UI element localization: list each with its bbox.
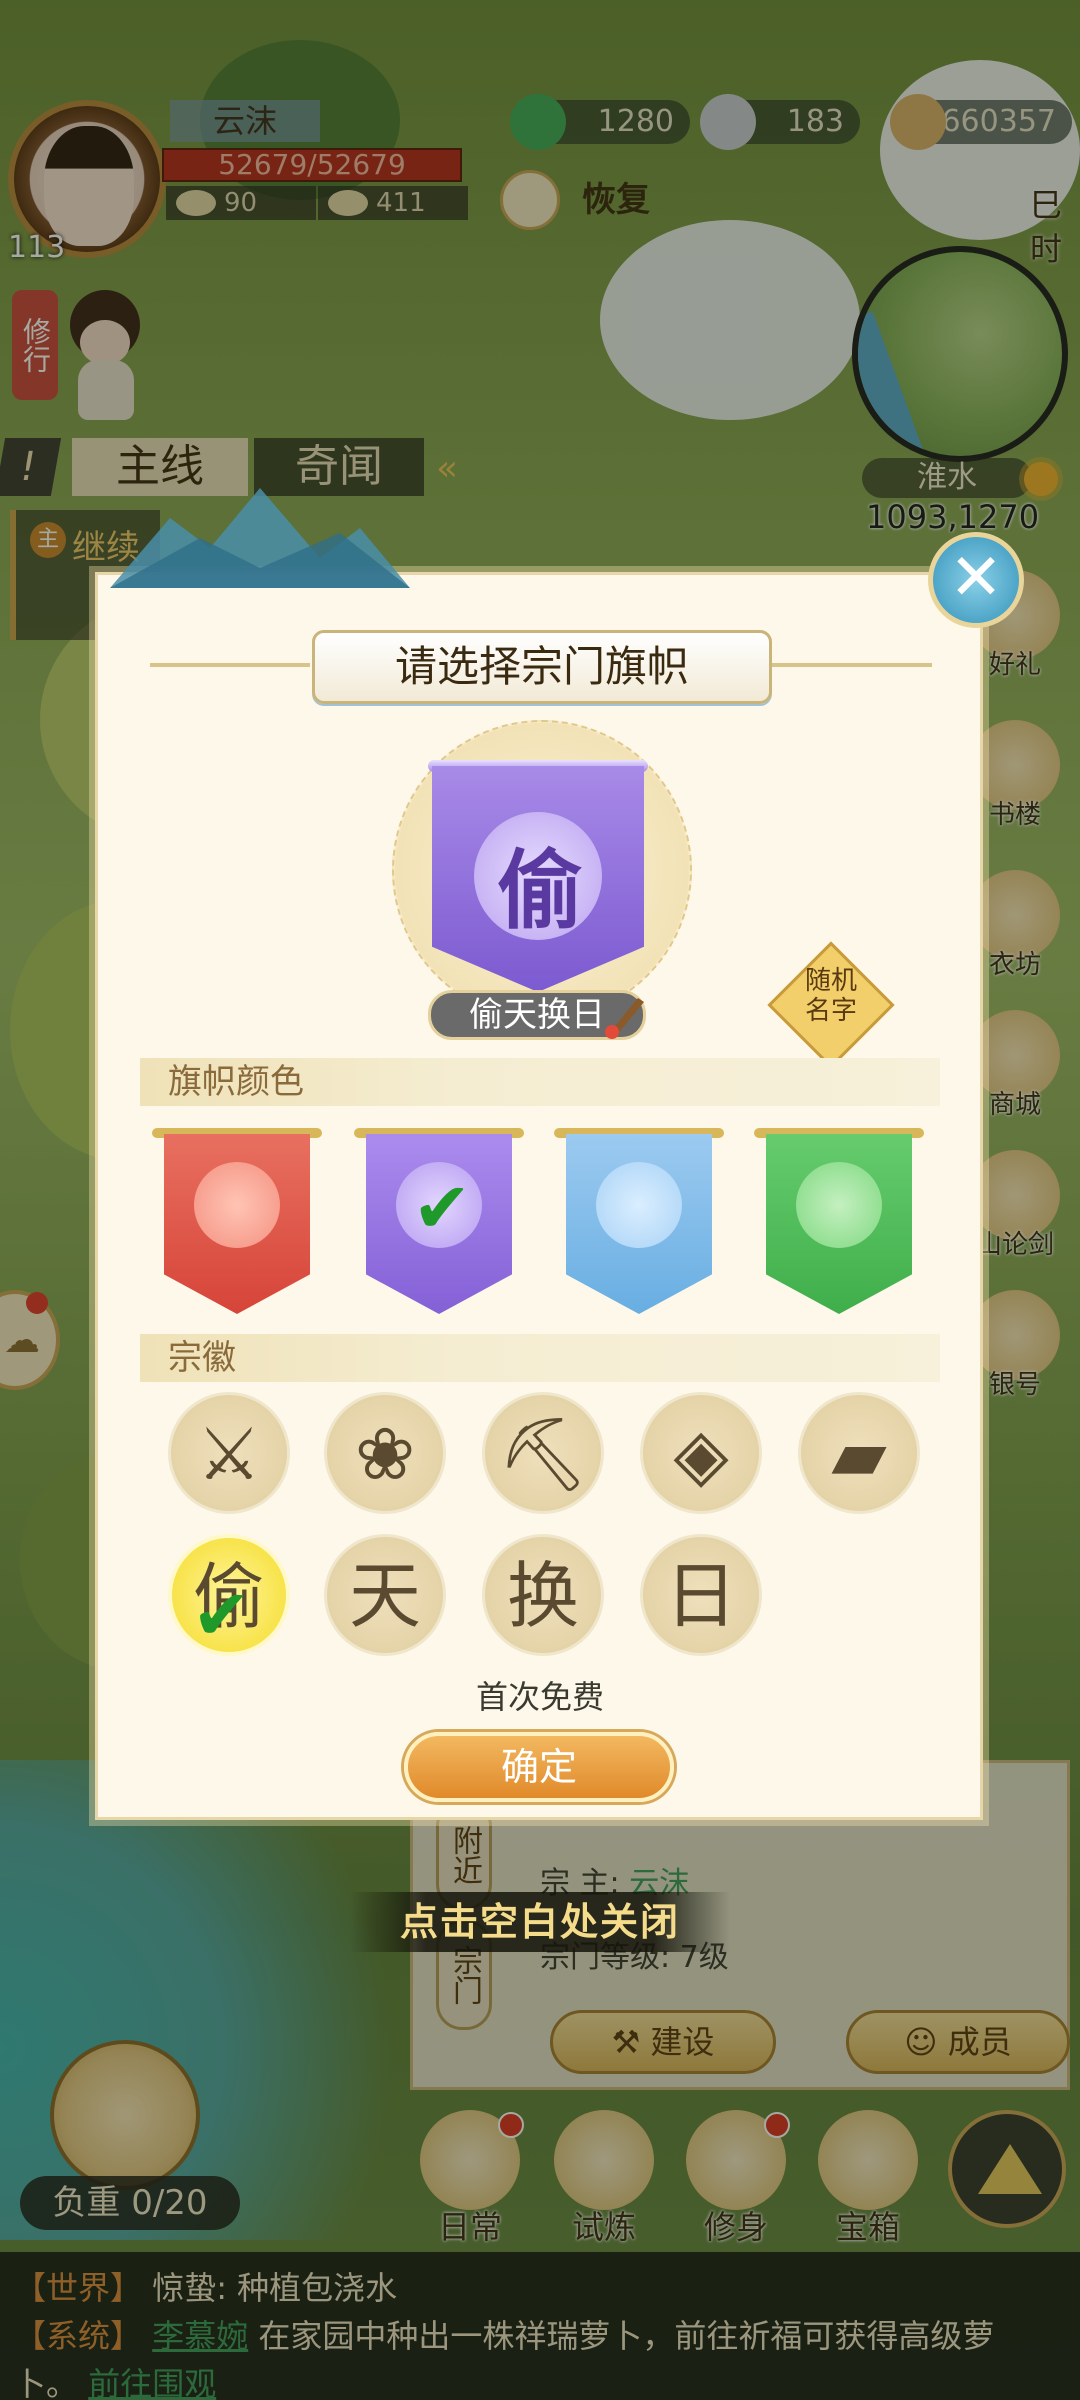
emblem-char-huan[interactable]: 换 [482,1534,604,1656]
emblem-char-tian[interactable]: 天 [324,1534,446,1656]
section-banner-color: 旗帜颜色 [140,1058,940,1106]
title-ornament-left [150,663,310,667]
book-icon: ▰ [831,1412,887,1496]
mountain-decoration [110,488,410,588]
selected-check-icon: ✔ [192,1574,251,1656]
random-name-label-line2: 名字 [804,996,857,1026]
title-ornament-right [772,663,932,667]
crossed-swords-icon: ⚔ [196,1412,262,1496]
close-icon: ✕ [949,541,1003,615]
pickaxe-icon: ⛏ [497,1412,589,1496]
random-name-label-line1: 随机 [804,966,857,996]
banner-preview-char: 偷 [497,841,583,941]
flag-disc [596,1162,682,1248]
section-emblem: 宗徽 [140,1334,940,1382]
color-option-red[interactable] [152,1128,322,1314]
emblem-char: 天 [348,1554,421,1638]
emblem-crossed-swords[interactable]: ⚔ [168,1392,290,1514]
coin-icon: ◈ [673,1412,729,1496]
random-name-label[interactable]: 随机 名字 [786,966,876,1026]
emblem-book[interactable]: ▰ [798,1392,920,1514]
emblem-char: 换 [506,1554,579,1638]
dialog-title: 请选择宗门旗帜 [312,630,772,704]
lotus-icon: ❀ [354,1412,416,1496]
flag-disc [796,1162,882,1248]
tap-to-close-hint: 点击空白处关闭 [350,1892,730,1952]
emblem-char: 日 [664,1554,737,1638]
color-option-green[interactable] [754,1128,924,1314]
first-free-note: 首次免费 [475,1678,604,1716]
color-option-purple[interactable]: ✔ [354,1128,524,1314]
color-option-blue[interactable] [554,1128,724,1314]
emblem-char-ri[interactable]: 日 [640,1534,762,1656]
confirm-button[interactable]: 确定 [404,1732,674,1802]
flag-disc [194,1162,280,1248]
close-button[interactable]: ✕ [928,532,1024,628]
selected-check-icon: ✔ [412,1167,472,1249]
emblem-pickaxe[interactable]: ⛏ [482,1392,604,1514]
emblem-lotus[interactable]: ❀ [324,1392,446,1514]
emblem-char-tou[interactable]: 偷 ✔ [168,1534,290,1656]
edit-brush-icon[interactable] [600,990,650,1040]
emblem-coin[interactable]: ◈ [640,1392,762,1514]
